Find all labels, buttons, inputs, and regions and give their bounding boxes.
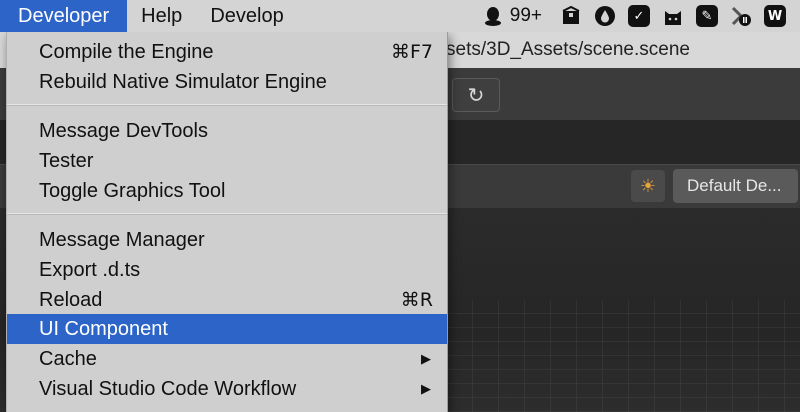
droplet-icon[interactable]	[594, 5, 616, 27]
checkmark-icon[interactable]: ✓	[628, 5, 650, 27]
developer-dropdown-menu: Compile the Engine ⌘F7 Rebuild Native Si…	[6, 32, 448, 412]
menu-item-export-dts[interactable]: Export .d.ts	[7, 255, 447, 285]
submenu-arrow-icon: ▶	[421, 351, 431, 366]
menu-item-tester[interactable]: Tester	[7, 146, 447, 176]
qq-badge-count: 99+	[509, 5, 542, 26]
menu-develop[interactable]: Develop	[196, 0, 297, 32]
shortcut-label: ⌘R	[400, 289, 433, 311]
menu-item-ui-component[interactable]: UI Component	[7, 314, 447, 344]
scene-grid	[446, 300, 800, 412]
document-path: sets/3D_Assets/scene.scene	[446, 39, 690, 60]
light-toggle-icon[interactable]: ☀	[631, 170, 665, 202]
menu-separator	[7, 213, 447, 215]
status-area: 99+ ✓ ✎ W	[482, 0, 800, 32]
menu-item-reload[interactable]: Reload ⌘R	[7, 285, 447, 315]
menu-item-label: Message DevTools	[39, 120, 208, 142]
menu-item-cache[interactable]: Cache ▶	[7, 344, 447, 374]
menu-item-label: Export .d.ts	[39, 259, 141, 281]
submenu-arrow-icon: ▶	[421, 381, 431, 396]
qq-icon[interactable]	[482, 5, 504, 27]
menu-item-label: Reload	[39, 289, 103, 311]
menu-item-label: Toggle Graphics Tool	[39, 180, 226, 202]
menu-item-rebuild-native-simulator[interactable]: Rebuild Native Simulator Engine	[7, 67, 447, 97]
menu-help[interactable]: Help	[127, 0, 196, 32]
menu-item-label: Compile the Engine	[39, 41, 214, 63]
menu-developer[interactable]: Developer	[0, 0, 128, 32]
note-icon[interactable]: ✎	[696, 5, 718, 27]
menu-item-label: Tester	[39, 150, 94, 172]
menu-separator	[7, 104, 447, 106]
menu-item-message-devtools[interactable]: Message DevTools	[7, 116, 447, 146]
menu-item-compile-engine[interactable]: Compile the Engine ⌘F7	[7, 37, 447, 67]
refresh-button[interactable]: ↻	[452, 78, 500, 112]
macos-menu-bar: Developer Help Develop 99+ ✓ ✎ W	[0, 0, 800, 32]
menu-item-label: Rebuild Native Simulator Engine	[39, 71, 327, 93]
menu-item-label: Visual Studio Code Workflow	[39, 378, 297, 400]
shortcut-label: ⌘F7	[390, 41, 433, 63]
menu-item-toggle-graphics-tool[interactable]: Toggle Graphics Tool	[7, 176, 447, 206]
menu-item-message-manager[interactable]: Message Manager	[7, 225, 447, 255]
wps-icon[interactable]: W	[764, 5, 786, 27]
menu-item-label: Cache	[39, 348, 97, 370]
menu-item-vscode-workflow[interactable]: Visual Studio Code Workflow ▶	[7, 374, 447, 404]
package-icon[interactable]	[560, 5, 582, 27]
cat-icon[interactable]	[662, 5, 684, 27]
menu-item-label: Message Manager	[39, 229, 205, 251]
menu-item-label: UI Component	[39, 318, 168, 340]
arrow-pause-icon[interactable]	[730, 5, 752, 27]
default-camera-dropdown[interactable]: Default De...	[673, 169, 798, 203]
